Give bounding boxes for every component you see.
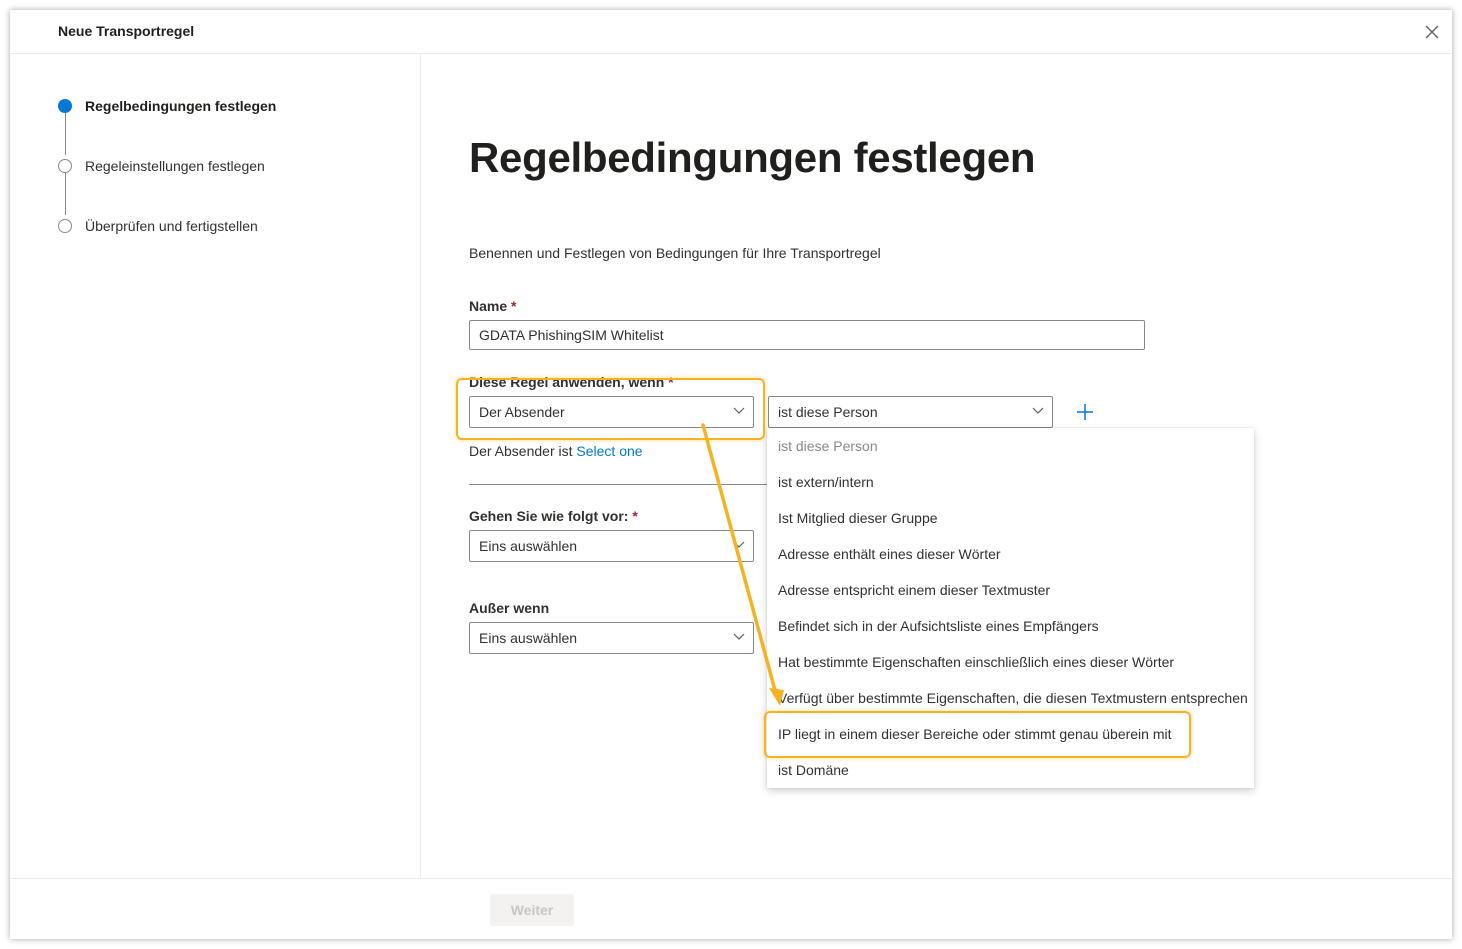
step-label: Regeleinstellungen festlegen <box>85 158 265 174</box>
required-mark: * <box>632 508 638 524</box>
transport-rule-dialog: Neue Transportregel Regelbedingungen fes… <box>10 10 1452 939</box>
required-mark: * <box>511 298 517 314</box>
step-regelbedingungen[interactable]: Regelbedingungen festlegen <box>58 98 276 114</box>
dropdown-option[interactable]: ist Domäne <box>778 762 849 778</box>
section-divider <box>469 484 769 485</box>
name-input[interactable]: GDATA PhishingSIM Whitelist <box>469 320 1145 350</box>
dropdown-option[interactable]: ist extern/intern <box>778 474 874 490</box>
dropdown-option[interactable]: ist diese Person <box>778 438 878 454</box>
action-select[interactable]: Eins auswählen <box>469 530 754 562</box>
step-connector <box>65 173 66 215</box>
name-label: Name * <box>469 298 516 314</box>
step-label: Überprüfen und fertigstellen <box>85 218 258 234</box>
chevron-down-icon <box>733 633 745 640</box>
step-inactive-icon <box>58 159 72 173</box>
predicate-select[interactable]: ist diese Person <box>768 396 1053 428</box>
dropdown-option[interactable]: Adresse enthält eines dieser Wörter <box>778 546 1001 562</box>
step-ueberpruefen[interactable]: Überprüfen und fertigstellen <box>58 218 258 234</box>
except-label: Außer wenn <box>469 600 550 616</box>
dialog-footer <box>10 879 1452 939</box>
step-connector <box>65 113 66 155</box>
dropdown-option[interactable]: Hat bestimmte Eigenschaften einschließli… <box>778 654 1174 670</box>
except-select-value: Eins auswählen <box>479 630 578 646</box>
add-condition-icon[interactable] <box>1076 403 1094 421</box>
step-inactive-icon <box>58 219 72 233</box>
highlight-box-ip-option <box>764 711 1191 758</box>
next-button[interactable]: Weiter <box>490 894 574 926</box>
nav-divider <box>420 54 421 879</box>
select-one-link[interactable]: Select one <box>576 443 642 459</box>
close-icon[interactable] <box>1423 23 1441 41</box>
chevron-down-icon <box>733 541 745 548</box>
dropdown-option[interactable]: Adresse entspricht einem dieser Textmust… <box>778 582 1050 598</box>
condition-hint: Der Absender ist Select one <box>469 443 643 459</box>
predicate-select-value: ist diese Person <box>778 404 878 420</box>
dropdown-option[interactable]: Verfügt über bestimmte Eigenschaften, di… <box>778 690 1248 706</box>
chevron-down-icon <box>1032 407 1044 414</box>
page-description: Benennen und Festlegen von Bedingungen f… <box>469 245 881 261</box>
dialog-title: Neue Transportregel <box>58 23 195 39</box>
highlight-box-condition <box>456 378 765 440</box>
name-label-text: Name <box>469 298 508 314</box>
header-divider <box>10 53 1452 54</box>
action-select-value: Eins auswählen <box>479 538 578 554</box>
step-regeleinstellungen[interactable]: Regeleinstellungen festlegen <box>58 158 265 174</box>
step-label: Regelbedingungen festlegen <box>85 98 277 114</box>
step-active-icon <box>58 99 72 113</box>
condition-hint-text: Der Absender ist <box>469 443 573 459</box>
action-label: Gehen Sie wie folgt vor: * <box>469 508 638 524</box>
except-select[interactable]: Eins auswählen <box>469 622 754 654</box>
dropdown-option[interactable]: Befindet sich in der Aufsichtsliste eine… <box>778 618 1099 634</box>
action-label-text: Gehen Sie wie folgt vor: <box>469 508 629 524</box>
dropdown-option[interactable]: Ist Mitglied dieser Gruppe <box>778 510 938 526</box>
page-title: Regelbedingungen festlegen <box>469 134 1036 181</box>
